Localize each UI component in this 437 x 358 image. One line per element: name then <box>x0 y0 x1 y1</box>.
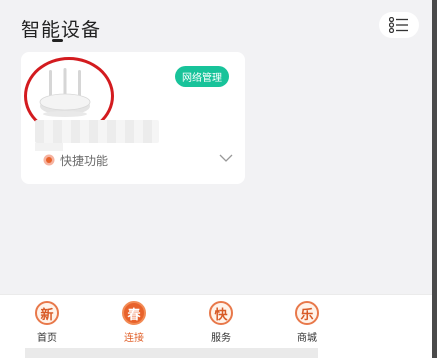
quick-dot-icon <box>43 154 55 166</box>
service-icon: 快 <box>209 301 233 325</box>
nav-label-service: 服务 <box>211 333 231 344</box>
window-edge <box>432 0 437 358</box>
title-underline <box>52 39 63 42</box>
device-name-blur <box>35 143 63 151</box>
device-name <box>35 120 159 143</box>
nav-label-connect: 连接 <box>124 333 144 344</box>
quick-functions-label: 快捷功能 <box>60 153 109 168</box>
chevron-down-icon[interactable] <box>219 153 233 163</box>
nav-item-home[interactable]: 新 首页 <box>27 301 67 344</box>
home-indicator <box>25 348 318 358</box>
device-card[interactable]: 网络管理 快捷功能 <box>21 52 245 184</box>
list-view-button[interactable] <box>379 12 419 38</box>
app-screen: 智能设备 网络管理 快捷功能 新 首页 春 连接 快 服务 乐 商城 <box>0 0 437 358</box>
network-manage-button[interactable]: 网络管理 <box>175 66 229 87</box>
nav-item-connect[interactable]: 春 连接 <box>114 301 154 344</box>
page-title: 智能设备 <box>21 19 102 41</box>
list-view-icon <box>389 17 408 33</box>
mall-icon: 乐 <box>295 301 319 325</box>
quick-functions-row[interactable]: 快捷功能 <box>43 152 108 168</box>
home-icon: 新 <box>35 301 59 325</box>
nav-label-home: 首页 <box>37 333 57 344</box>
nav-label-mall: 商城 <box>297 333 317 344</box>
nav-item-mall[interactable]: 乐 商城 <box>287 301 327 344</box>
nav-item-service[interactable]: 快 服务 <box>201 301 241 344</box>
header: 智能设备 <box>21 12 419 42</box>
connect-icon: 春 <box>122 301 146 325</box>
